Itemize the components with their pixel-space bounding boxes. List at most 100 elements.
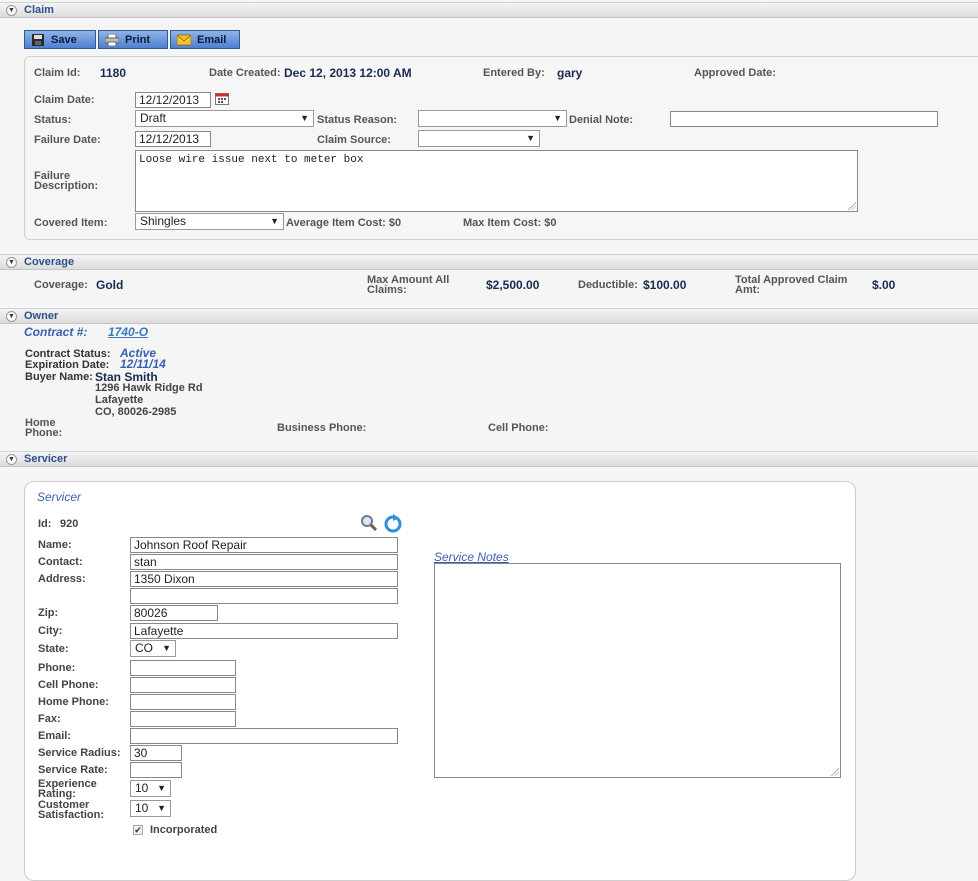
expiration-date-value: 12/11/14 — [120, 357, 166, 371]
failure-description-textarea[interactable]: Loose wire issue next to meter box — [135, 150, 858, 212]
claim-source-label: Claim Source: — [317, 134, 391, 146]
approved-date-label: Approved Date: — [694, 67, 776, 79]
total-approved-label-line2: Amt: — [735, 284, 761, 296]
servicer-cell-phone-input[interactable] — [130, 677, 236, 693]
save-label: Save — [51, 33, 77, 46]
servicer-section-header[interactable]: ▼ Servicer — [0, 451, 978, 467]
print-label: Print — [125, 33, 151, 46]
status-value: Draft — [140, 111, 167, 125]
service-rate-input[interactable] — [130, 762, 182, 778]
business-phone-label: Business Phone: — [277, 422, 367, 434]
servicer-phone-label: Phone: — [38, 662, 76, 674]
dropdown-arrow-icon: ▼ — [157, 783, 166, 793]
collapse-icon[interactable]: ▼ — [6, 257, 17, 268]
servicer-section-title: Servicer — [24, 453, 68, 465]
claim-section-header[interactable]: ▼ Claim — [0, 2, 978, 18]
cell-phone-label: Cell Phone: — [488, 422, 549, 434]
servicer-city-input[interactable]: Lafayette — [130, 623, 398, 639]
covered-item-label: Covered Item: — [34, 217, 108, 229]
claim-date-label: Claim Date: — [34, 94, 95, 106]
servicer-panel-title: Servicer — [37, 490, 82, 504]
collapse-icon[interactable]: ▼ — [6, 311, 17, 322]
servicer-address-label: Address: — [38, 573, 86, 585]
customer-satisfaction-label-line2: Satisfaction: — [38, 809, 105, 821]
dropdown-arrow-icon: ▼ — [270, 216, 279, 226]
servicer-email-label: Email: — [38, 730, 72, 742]
magnifier-search-icon[interactable] — [360, 514, 378, 532]
servicer-contact-input[interactable]: stan — [130, 554, 398, 570]
home-phone-label-line2: Phone: — [25, 427, 63, 439]
collapse-icon[interactable]: ▼ — [6, 454, 17, 465]
calendar-icon[interactable] — [215, 92, 229, 105]
claim-id-value: 1180 — [100, 66, 127, 80]
max-amount-label-line2: Claims: — [367, 284, 407, 296]
denial-note-input[interactable] — [670, 111, 938, 127]
service-notes-textarea[interactable] — [434, 563, 841, 778]
status-reason-select[interactable]: ▼ — [418, 110, 567, 127]
status-reason-label: Status Reason: — [317, 114, 398, 126]
buyer-address-line1: 1296 Hawk Ridge Rd — [95, 382, 203, 394]
incorporated-label: Incorporated — [150, 824, 218, 836]
buyer-name-label: Buyer Name: — [25, 371, 93, 383]
claim-source-select[interactable]: ▼ — [418, 130, 540, 147]
servicer-state-value: CO — [135, 641, 153, 655]
owner-section-header[interactable]: ▼ Owner — [0, 308, 978, 324]
dropdown-arrow-icon: ▼ — [157, 803, 166, 813]
deductible-value: $100.00 — [643, 278, 687, 292]
entered-by-value: gary — [557, 66, 583, 80]
servicer-phone-input[interactable] — [130, 660, 236, 676]
print-button[interactable]: Print — [98, 30, 168, 49]
servicer-state-select[interactable]: CO ▼ — [130, 640, 176, 657]
dropdown-arrow-icon: ▼ — [162, 643, 171, 653]
servicer-email-input[interactable] — [130, 728, 398, 744]
envelope-icon — [176, 34, 192, 46]
service-rate-label: Service Rate: — [38, 764, 108, 776]
servicer-state-label: State: — [38, 643, 69, 655]
date-created-value: Dec 12, 2013 12:00 AM — [284, 66, 412, 80]
service-radius-label: Service Radius: — [38, 747, 121, 759]
contract-link[interactable]: 1740-O — [108, 325, 148, 339]
buyer-address-line2: Lafayette — [95, 394, 144, 406]
failure-date-label: Failure Date: — [34, 134, 101, 146]
servicer-address2-input[interactable] — [130, 588, 398, 604]
servicer-name-input[interactable]: Johnson Roof Repair — [130, 537, 398, 553]
resize-grip-icon[interactable] — [848, 202, 856, 210]
claim-date-input[interactable]: 12/12/2013 — [135, 92, 211, 108]
refresh-icon[interactable] — [383, 513, 403, 533]
servicer-zip-label: Zip: — [38, 607, 59, 619]
buyer-address-line3: CO, 80026-2985 — [95, 406, 177, 418]
coverage-value: Gold — [96, 278, 124, 292]
denial-note-label: Denial Note: — [569, 114, 634, 126]
servicer-home-phone-input[interactable] — [130, 694, 236, 710]
floppy-disk-icon — [31, 33, 45, 46]
servicer-address-input[interactable]: 1350 Dixon — [130, 571, 398, 587]
status-select[interactable]: Draft ▼ — [135, 110, 314, 127]
servicer-fax-input[interactable] — [130, 711, 236, 727]
servicer-id-value: 920 — [60, 518, 79, 530]
resize-grip-icon[interactable] — [831, 768, 839, 776]
dropdown-arrow-icon: ▼ — [300, 113, 309, 123]
service-radius-input[interactable]: 30 — [130, 745, 182, 761]
servicer-zip-input[interactable]: 80026 — [130, 605, 218, 621]
collapse-icon[interactable]: ▼ — [6, 5, 17, 16]
coverage-section-header[interactable]: ▼ Coverage — [0, 254, 978, 270]
save-button[interactable]: Save — [24, 30, 96, 49]
failure-description-text: Loose wire issue next to meter box — [139, 154, 364, 166]
incorporated-checkbox[interactable]: ✔ — [133, 825, 143, 835]
experience-rating-select[interactable]: 10 ▼ — [130, 780, 171, 797]
claim-section-title: Claim — [24, 4, 54, 16]
failure-description-label-line2: Description: — [34, 180, 99, 192]
average-item-cost: Average Item Cost: $0 — [286, 217, 402, 229]
dropdown-arrow-icon: ▼ — [553, 113, 562, 123]
servicer-city-label: City: — [38, 625, 63, 637]
entered-by-label: Entered By: — [483, 67, 545, 79]
printer-icon — [104, 33, 120, 46]
servicer-id-label: Id: — [38, 518, 52, 530]
customer-satisfaction-select[interactable]: 10 ▼ — [130, 800, 171, 817]
covered-item-select[interactable]: Shingles ▼ — [135, 213, 284, 230]
servicer-home-phone-label: Home Phone: — [38, 696, 109, 708]
total-approved-value: $.00 — [872, 278, 896, 292]
email-button[interactable]: Email — [170, 30, 240, 49]
coverage-label: Coverage: — [34, 279, 88, 291]
failure-date-input[interactable]: 12/12/2013 — [135, 131, 211, 147]
